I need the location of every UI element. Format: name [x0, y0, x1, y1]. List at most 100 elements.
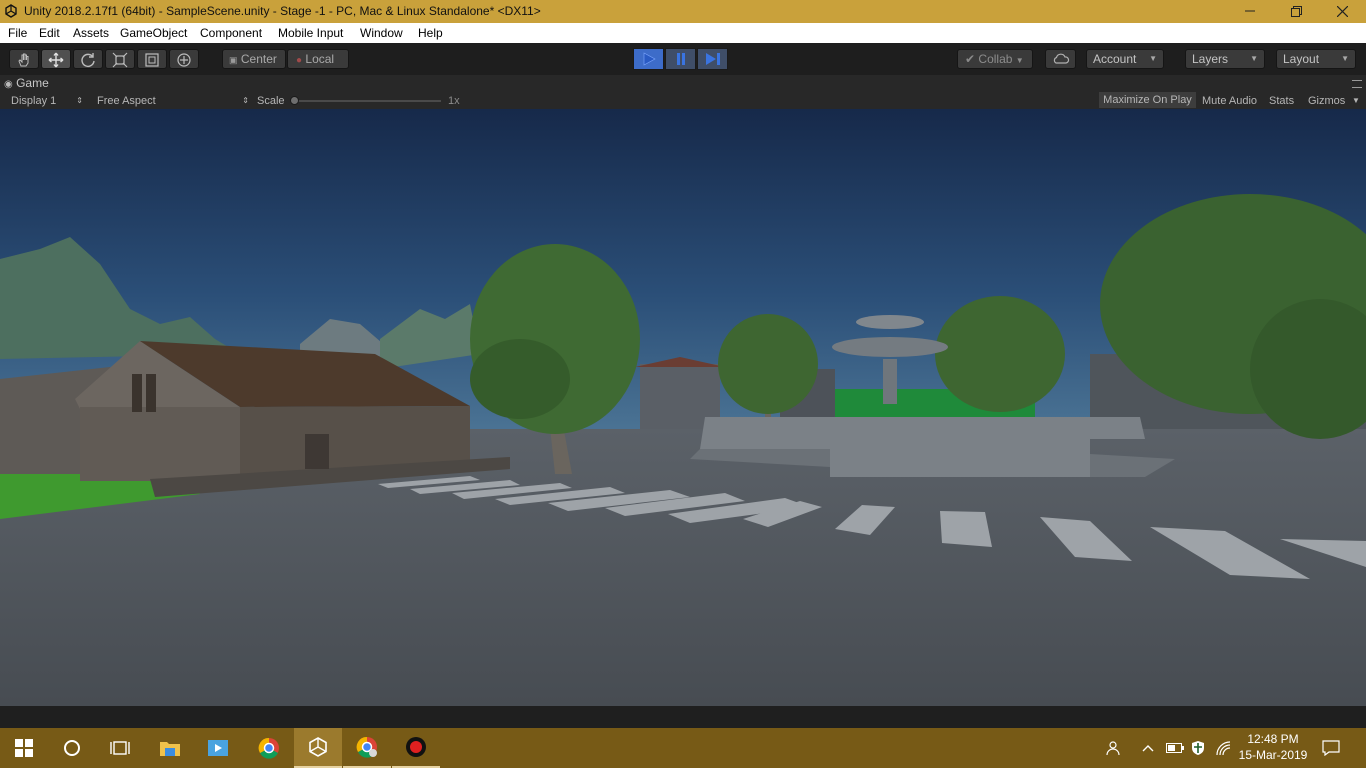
- door: [305, 434, 329, 469]
- layout-label: Layout: [1283, 52, 1320, 66]
- chevron-down-icon: ▼: [1341, 54, 1349, 63]
- minimize-button[interactable]: [1227, 0, 1273, 23]
- chrome-button[interactable]: [245, 728, 293, 768]
- fountain-tier: [832, 337, 948, 357]
- close-button[interactable]: [1319, 0, 1365, 23]
- menu-help[interactable]: Help: [418, 26, 443, 40]
- chevron-down-icon: ▼: [1149, 54, 1157, 63]
- move-tool-button[interactable]: [41, 49, 71, 69]
- pivot-icon: ▣: [229, 55, 238, 65]
- game-tab-label: Game: [16, 76, 49, 90]
- chevron-down-icon: ▼: [1250, 54, 1258, 63]
- recorder-button[interactable]: [392, 728, 440, 768]
- collab-label: Collab: [978, 52, 1013, 66]
- restore-button[interactable]: [1273, 0, 1319, 23]
- cortana-button[interactable]: [48, 728, 96, 768]
- menu-component[interactable]: Component: [200, 26, 262, 40]
- fountain-tier: [856, 315, 924, 329]
- security-indicator[interactable]: [1190, 728, 1210, 768]
- battery-indicator[interactable]: [1166, 728, 1186, 768]
- house-wall: [80, 407, 240, 481]
- rotate-icon: [81, 53, 95, 67]
- chrome-icon: [258, 737, 279, 759]
- layers-dropdown[interactable]: Layers ▼: [1185, 49, 1265, 69]
- action-center-button[interactable]: [1322, 728, 1346, 768]
- local-space-icon: ●: [296, 55, 303, 66]
- stats-toggle[interactable]: Stats: [1269, 94, 1294, 108]
- unity-icon: [309, 737, 327, 757]
- check-icon: ✔: [965, 52, 976, 66]
- transform-tool-button[interactable]: [169, 49, 199, 69]
- start-button[interactable]: [0, 728, 48, 768]
- updown-icon: ⇕: [242, 96, 249, 105]
- people-button[interactable]: [1106, 728, 1128, 768]
- menu-bar: File Edit Assets GameObject Component Mo…: [0, 23, 1366, 43]
- shield-icon: [1192, 741, 1204, 755]
- gizmos-toggle[interactable]: Gizmos: [1308, 94, 1345, 108]
- menu-file[interactable]: File: [8, 26, 27, 40]
- space-label: Local: [305, 52, 335, 66]
- layout-dropdown[interactable]: Layout ▼: [1276, 49, 1356, 69]
- close-icon: [1336, 5, 1348, 18]
- notification-icon: [1322, 740, 1340, 757]
- show-hidden-icons-button[interactable]: [1142, 728, 1160, 768]
- tree-foliage: [718, 314, 818, 414]
- pause-icon: [676, 53, 685, 65]
- chevron-down-icon[interactable]: ▼: [1352, 94, 1360, 108]
- display-dropdown[interactable]: Display 1 ⇕: [11, 94, 83, 108]
- menu-edit[interactable]: Edit: [39, 26, 60, 40]
- window: [146, 374, 156, 412]
- game-viewport[interactable]: [0, 109, 1366, 706]
- cloud-icon: [1053, 53, 1069, 64]
- mute-audio-toggle[interactable]: Mute Audio: [1202, 94, 1257, 108]
- scale-label: Scale: [257, 95, 285, 107]
- chevron-up-icon: [1142, 745, 1154, 752]
- scale-slider[interactable]: [290, 96, 441, 105]
- transform-icon: [177, 53, 191, 67]
- minimize-icon: [1245, 10, 1255, 12]
- start-icon: [15, 739, 33, 757]
- aspect-label: Free Aspect: [97, 95, 156, 107]
- media-player-icon: [208, 740, 228, 756]
- media-player-button[interactable]: [194, 728, 242, 768]
- menu-gameobject[interactable]: GameObject: [120, 26, 187, 40]
- people-icon: [1106, 741, 1120, 756]
- status-bar: [0, 706, 1366, 728]
- scale-icon: [112, 52, 128, 68]
- collab-dropdown[interactable]: ✔ Collab ▼: [957, 49, 1033, 69]
- rect-tool-button[interactable]: [137, 49, 167, 69]
- hand-tool-button[interactable]: [9, 49, 39, 69]
- taskbar: 12:48 PM 15-Mar-2019: [0, 728, 1366, 768]
- restore-icon: [1290, 6, 1302, 17]
- menu-window[interactable]: Window: [360, 26, 403, 40]
- menu-assets[interactable]: Assets: [73, 26, 109, 40]
- pause-button[interactable]: [665, 48, 696, 70]
- chrome-profile-button[interactable]: [343, 728, 391, 768]
- network-indicator[interactable]: [1215, 728, 1235, 768]
- layers-label: Layers: [1192, 52, 1229, 66]
- scale-slider-thumb[interactable]: [290, 96, 299, 105]
- menu-mobile-input[interactable]: Mobile Input: [278, 26, 343, 40]
- maximize-on-play-toggle[interactable]: Maximize On Play: [1099, 92, 1196, 108]
- file-explorer-button[interactable]: [146, 728, 194, 768]
- rotate-tool-button[interactable]: [73, 49, 103, 69]
- play-button[interactable]: [633, 48, 664, 70]
- tab-game[interactable]: ◉ Game: [4, 75, 49, 92]
- scale-tool-button[interactable]: [105, 49, 135, 69]
- panel-menu-icon[interactable]: [1352, 80, 1362, 88]
- wifi-icon: [1216, 741, 1231, 756]
- display-label: Display 1: [11, 95, 57, 107]
- step-button[interactable]: [697, 48, 728, 70]
- system-clock[interactable]: 12:48 PM 15-Mar-2019: [1238, 731, 1308, 763]
- pivot-mode-toggle[interactable]: ▣ Center: [222, 49, 286, 69]
- battery-icon: [1166, 743, 1184, 753]
- account-dropdown[interactable]: Account ▼: [1086, 49, 1164, 69]
- window-title: Unity 2018.2.17f1 (64bit) - SampleScene.…: [24, 4, 541, 18]
- pivot-space-toggle[interactable]: ● Local: [287, 49, 349, 69]
- task-view-button[interactable]: [96, 728, 144, 768]
- cloud-button[interactable]: [1045, 49, 1076, 69]
- move-icon: [48, 52, 64, 68]
- task-view-icon: [110, 741, 130, 755]
- aspect-dropdown[interactable]: Free Aspect ⇕: [97, 94, 249, 108]
- unity-taskbar-button[interactable]: [294, 728, 342, 768]
